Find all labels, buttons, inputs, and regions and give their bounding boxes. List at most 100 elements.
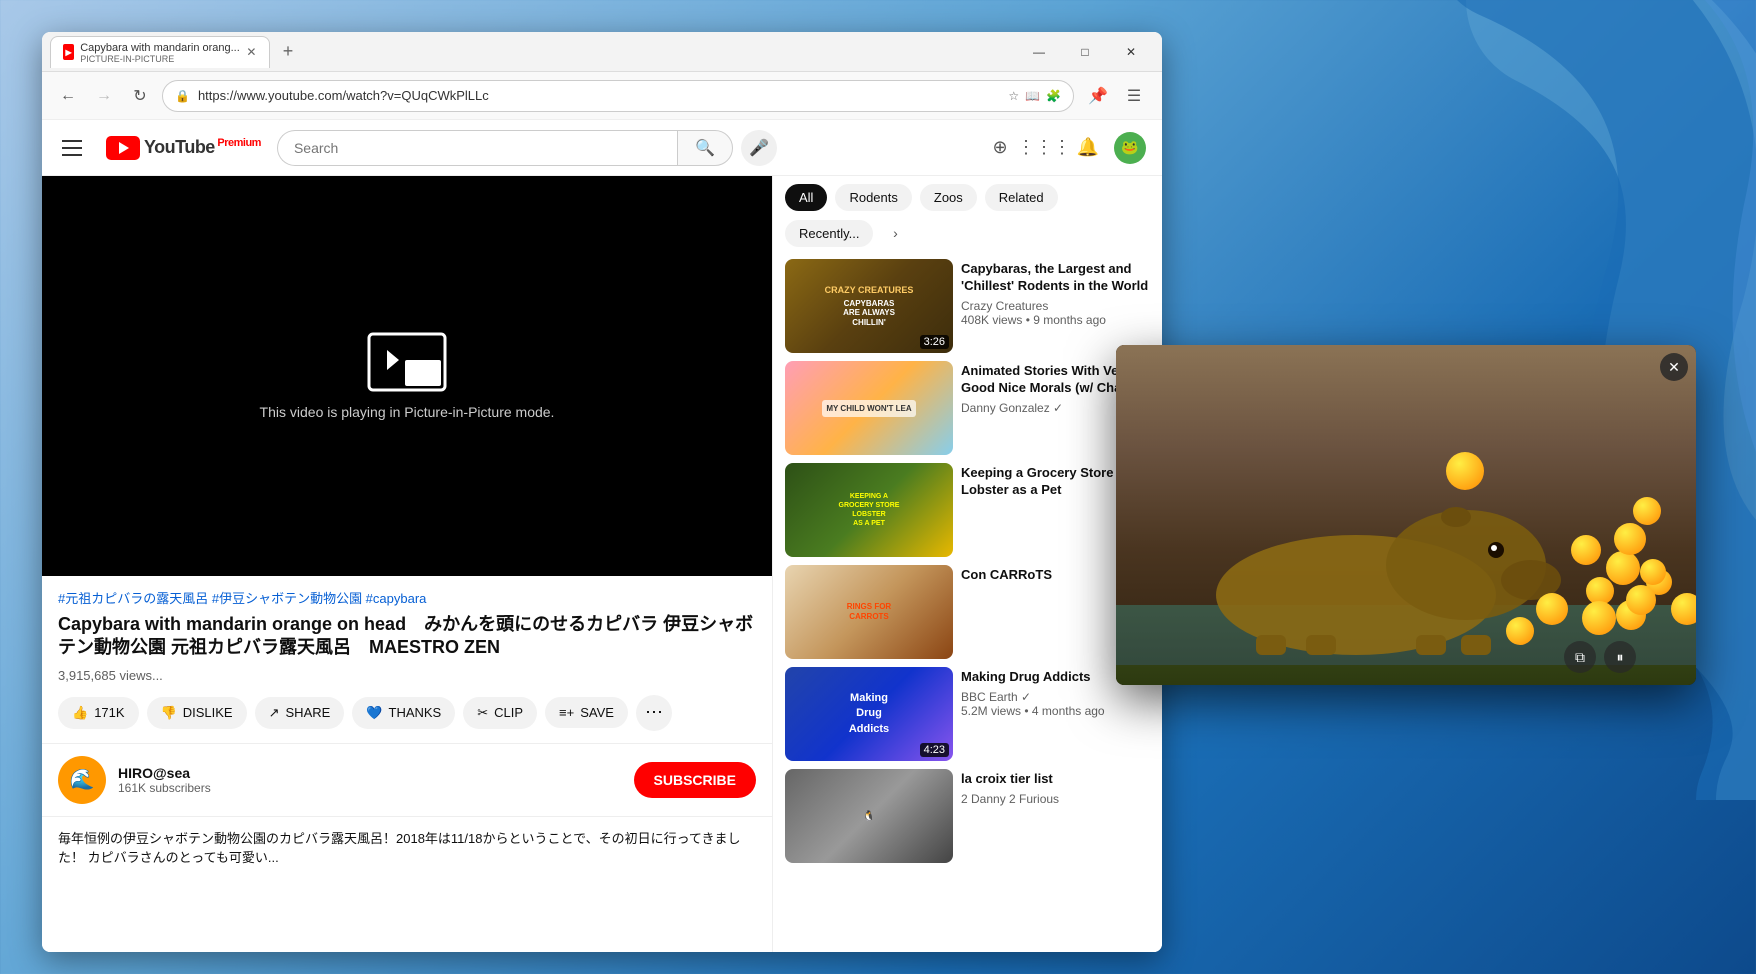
tab-area: ▶ Capybara with mandarin orang... PICTUR… [50,36,1016,68]
back-button[interactable]: ← [54,82,82,110]
chip-recently[interactable]: Recently... [785,220,873,247]
title-bar: ▶ Capybara with mandarin orang... PICTUR… [42,32,1162,72]
yt-main: This video is playing in Picture-in-Pict… [42,176,1162,952]
user-avatar[interactable]: 🐸 [1114,132,1146,164]
share-button[interactable]: ↗ SHARE [255,697,345,729]
video-area: This video is playing in Picture-in-Pict… [42,176,772,952]
header-actions: ⊕ ⋮⋮⋮ 🔔 🐸 [982,130,1146,166]
refresh-button[interactable]: ↻ [126,82,154,110]
related-thumbnail: RINGS FORCARROTS [785,565,953,659]
pip-pause-button[interactable]: ⏸ [1604,641,1636,673]
view-count: 3,915,685 views... [58,668,756,683]
related-video-title: Capybaras, the Largest and 'Chillest' Ro… [961,261,1150,295]
chip-zoos[interactable]: Zoos [920,184,977,211]
pip-window: ✕ ⧉ ⏸ [1116,345,1696,685]
save-icon: ≡+ [559,705,574,720]
video-info: #元祖カピバラの露天風呂 #伊豆シャボテン動物公園 #capybara Capy… [42,576,772,743]
related-item[interactable]: MakingDrugAddicts 4:23 Making Drug Addic… [785,667,1150,761]
active-tab[interactable]: ▶ Capybara with mandarin orang... PICTUR… [50,36,270,68]
thanks-icon: 💙 [366,705,382,721]
video-duration: 3:26 [920,335,949,349]
bookmark-icon[interactable]: ☆ [1008,89,1019,103]
related-meta: 5.2M views • 4 months ago [961,704,1150,718]
create-button[interactable]: ⊕ [982,130,1018,166]
apps-button[interactable]: ⋮⋮⋮ [1026,130,1062,166]
chip-all[interactable]: All [785,184,827,211]
thanks-button[interactable]: 💙 THANKS [352,697,455,729]
video-tags: #元祖カピバラの露天風呂 #伊豆シャボテン動物公園 #capybara [58,588,756,607]
related-thumbnail: MakingDrugAddicts 4:23 [785,667,953,761]
channel-info: 🌊 HIRO@sea 161K subscribers SUBSCRIBE [42,743,772,816]
new-tab-button[interactable]: + [274,38,302,66]
related-item[interactable]: KEEPING AGROCERY STORELOBSTERAS A PET Ke… [785,463,1150,557]
video-title: Capybara with mandarin orange on head みか… [58,613,756,660]
video-actions: 👍 171K 👎 DISLIKE ↗ SHARE 💙 THANKS [58,695,756,731]
yt-logo-text: YouTube Premium [144,137,261,158]
video-duration: 4:23 [920,743,949,757]
related-item[interactable]: MY CHILD WON'T LEA Animated Stories With… [785,361,1150,455]
pip-expand-button[interactable]: ⧉ [1564,641,1596,673]
pip-video-scene [1116,345,1696,685]
filter-chips: All Rodents Zoos Related Recently... › [785,184,1150,247]
extensions-icon[interactable]: 🧩 [1046,89,1061,103]
subscriber-count: 161K subscribers [118,781,622,795]
subscribe-button[interactable]: SUBSCRIBE [634,762,756,798]
dislike-button[interactable]: 👎 DISLIKE [147,697,247,729]
pip-close-button[interactable]: ✕ [1660,353,1688,381]
chip-related[interactable]: Related [985,184,1058,211]
minimize-button[interactable]: — [1016,36,1062,68]
security-icon: 🔒 [175,89,190,103]
forward-button[interactable]: → [90,82,118,110]
url-input[interactable] [198,88,1000,103]
yt-logo[interactable]: YouTube Premium [106,136,261,160]
related-thumbnail: MY CHILD WON'T LEA [785,361,953,455]
related-video-title: la croix tier list [961,771,1150,788]
related-item[interactable]: RINGS FORCARROTS Con CARRoTS [785,565,1150,659]
yt-logo-icon [106,136,140,160]
tab-subtitle: PICTURE-IN-PICTURE [80,54,240,64]
thumbs-up-icon: 👍 [72,705,88,721]
browser-window: ▶ Capybara with mandarin orang... PICTUR… [42,32,1162,952]
like-button[interactable]: 👍 171K [58,697,139,729]
maximize-button[interactable]: □ [1062,36,1108,68]
clip-button[interactable]: ✂ CLIP [463,697,537,729]
chips-scroll-right[interactable]: › [881,219,909,247]
tab-title: Capybara with mandarin orang... [80,42,240,54]
close-button[interactable]: ✕ [1108,36,1154,68]
related-meta: 408K views • 9 months ago [961,313,1150,327]
pip-controls: ⧉ ⏸ [1564,641,1636,673]
search-button[interactable]: 🔍 [677,130,733,166]
browser-menu-button[interactable]: ☰ [1118,80,1150,112]
thumbs-down-icon: 👎 [161,705,177,721]
related-channel: BBC Earth ✓ [961,690,1150,704]
youtube-header: YouTube Premium 🔍 🎤 ⊕ ⋮⋮⋮ 🔔 🐸 [42,120,1162,176]
channel-name: HIRO@sea [118,765,622,781]
video-description: 毎年恒例の伊豆シャボテン動物公園のカピバラ露天風呂！2018年は11/18からと… [42,816,772,880]
voice-search-button[interactable]: 🎤 [741,130,777,166]
save-button[interactable]: ≡+ SAVE [545,697,628,728]
notifications-button[interactable]: 🔔 [1070,130,1106,166]
nav-bar: ← → ↻ 🔒 ☆ 📖 🧩 📌 ☰ [42,72,1162,120]
chip-rodents[interactable]: Rodents [835,184,911,211]
search-input[interactable] [277,130,677,166]
related-thumbnail: CRAZY CREATURES CAPYBARASARE ALWAYSCHILL… [785,259,953,353]
related-channel: 2 Danny 2 Furious [961,792,1150,806]
channel-avatar[interactable]: 🌊 [58,756,106,804]
like-count: 171K [94,705,124,720]
yt-menu-button[interactable] [58,132,90,164]
clip-icon: ✂ [477,705,488,721]
related-item[interactable]: 🐧 la croix tier list 2 Danny 2 Furious [785,769,1150,863]
sidebar: All Rodents Zoos Related Recently... › C… [772,176,1162,952]
related-thumbnail: KEEPING AGROCERY STORELOBSTERAS A PET [785,463,953,557]
related-item[interactable]: CRAZY CREATURES CAPYBARASARE ALWAYSCHILL… [785,259,1150,353]
pocket-button[interactable]: 📌 [1082,80,1114,112]
reading-icon[interactable]: 📖 [1025,89,1040,103]
related-thumbnail: 🐧 [785,769,953,863]
tab-favicon: ▶ [63,44,74,60]
tab-close-button[interactable]: ✕ [246,44,257,60]
search-area: 🔍 🎤 [277,130,777,166]
related-channel: Crazy Creatures [961,299,1150,313]
more-options-button[interactable]: ⋯ [636,695,672,731]
share-icon: ↗ [269,705,280,721]
video-player[interactable]: This video is playing in Picture-in-Pict… [42,176,772,576]
